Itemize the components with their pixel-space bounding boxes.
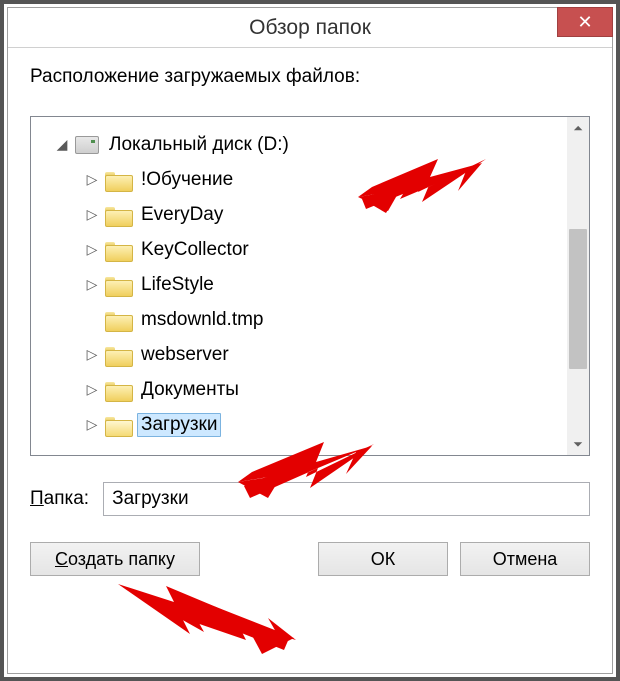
tree-item-selected[interactable]: ▷ Загрузки — [41, 407, 561, 442]
tree-item[interactable]: ▷ !Обучение — [41, 162, 561, 197]
tree-item-label: Локальный диск (D:) — [105, 133, 293, 157]
ok-button[interactable]: ОК — [318, 542, 448, 576]
scroll-down-icon[interactable]: ⏷ — [567, 433, 589, 455]
dialog-content: Расположение загружаемых файлов: ◢ Локал… — [8, 48, 612, 673]
scroll-track[interactable] — [567, 139, 589, 433]
folder-name-input[interactable] — [103, 482, 590, 516]
folder-icon — [105, 275, 131, 295]
prompt-text: Расположение загружаемых файлов: — [30, 66, 590, 88]
create-folder-button[interactable]: Создать папку — [30, 542, 200, 576]
folder-browse-dialog: Обзор папок ✕ Расположение загружаемых ф… — [7, 7, 613, 674]
folder-icon — [105, 240, 131, 260]
expander-right-icon[interactable]: ▷ — [85, 418, 99, 432]
expander-right-icon[interactable]: ▷ — [85, 278, 99, 292]
scroll-thumb[interactable] — [569, 229, 587, 369]
tree-item-label: Загрузки — [137, 413, 221, 437]
expander-right-icon[interactable]: ▷ — [85, 208, 99, 222]
tree-item-label: KeyCollector — [137, 238, 253, 262]
tree-item-label: LifeStyle — [137, 273, 218, 297]
tree-item-label: msdownld.tmp — [137, 308, 268, 332]
tree-item-label: Документы — [137, 378, 243, 402]
tree-item[interactable]: ▷ LifeStyle — [41, 267, 561, 302]
folder-icon — [105, 310, 131, 330]
tree-item[interactable]: ▷ msdownld.tmp — [41, 302, 561, 337]
folder-icon — [105, 205, 131, 225]
tree-item-label: webserver — [137, 343, 233, 367]
folder-open-icon — [105, 415, 131, 435]
selected-folder-row: Папка: — [30, 482, 590, 516]
tree-item[interactable]: ▷ Документы — [41, 372, 561, 407]
tree-item[interactable]: ▷ EveryDay — [41, 197, 561, 232]
expander-down-icon[interactable]: ◢ — [55, 138, 69, 152]
folder-icon — [105, 345, 131, 365]
tree-item-label: EveryDay — [137, 203, 227, 227]
expander-right-icon[interactable]: ▷ — [85, 383, 99, 397]
expander-right-icon[interactable]: ▷ — [85, 348, 99, 362]
button-row: Создать папку ОК Отмена — [30, 542, 590, 576]
disk-icon — [75, 136, 99, 154]
scrollbar[interactable]: ⏶ ⏷ — [567, 117, 589, 455]
expander-right-icon[interactable]: ▷ — [85, 243, 99, 257]
tree-item[interactable]: ▷ webserver — [41, 337, 561, 372]
folder-icon — [105, 380, 131, 400]
close-button[interactable]: ✕ — [557, 7, 613, 37]
tree-item[interactable]: ▷ KeyCollector — [41, 232, 561, 267]
expander-right-icon[interactable]: ▷ — [85, 173, 99, 187]
cancel-button[interactable]: Отмена — [460, 542, 590, 576]
folder-icon — [105, 170, 131, 190]
close-icon: ✕ — [577, 12, 592, 33]
folder-field-label: Папка: — [30, 488, 89, 510]
titlebar: Обзор папок ✕ — [8, 8, 612, 48]
scroll-up-icon[interactable]: ⏶ — [567, 117, 589, 139]
dialog-title: Обзор папок — [249, 16, 371, 40]
tree-item-label: !Обучение — [137, 168, 237, 192]
folder-tree[interactable]: ◢ Локальный диск (D:) ▷ !Обучение ▷ Ever… — [30, 116, 590, 456]
tree-root-disk[interactable]: ◢ Локальный диск (D:) — [41, 127, 561, 162]
